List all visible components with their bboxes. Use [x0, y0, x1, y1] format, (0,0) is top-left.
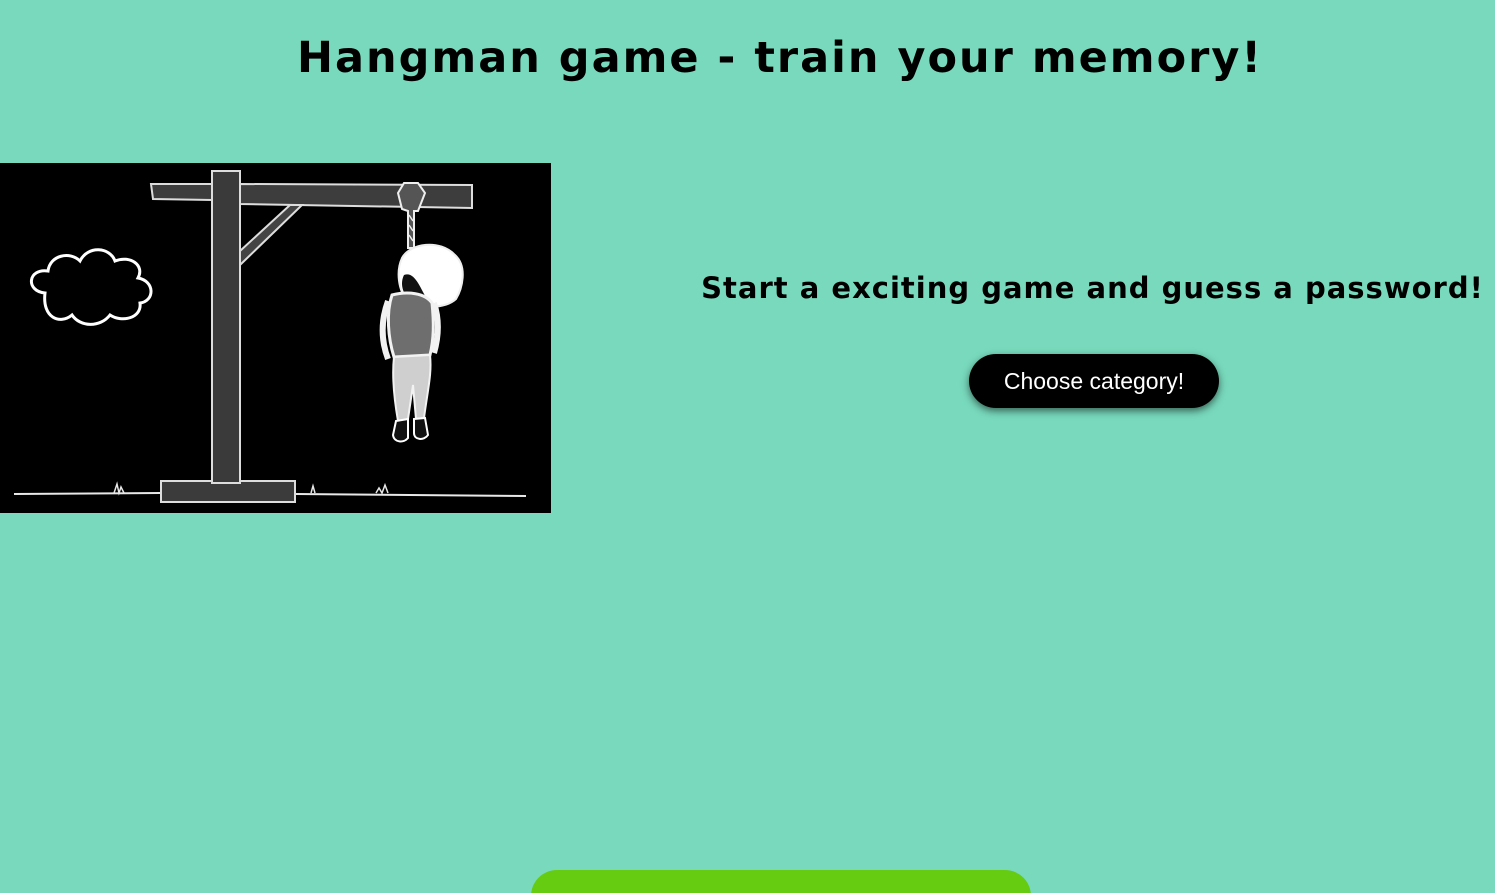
cloud-icon: [30, 248, 153, 326]
figure-legs: [392, 353, 432, 423]
choose-category-button[interactable]: Choose category!: [969, 354, 1219, 408]
page-title: Hangman game - train your memory!: [297, 33, 1263, 83]
gallows-base: [160, 480, 296, 503]
game-tagline: Start a exciting game and guess a passwo…: [701, 271, 1484, 305]
gallows-post: [211, 170, 241, 484]
bottom-green-panel: [531, 870, 1031, 893]
hangman-illustration: [0, 163, 551, 513]
gallows-brace: [239, 204, 305, 268]
figure-body: [386, 291, 435, 359]
